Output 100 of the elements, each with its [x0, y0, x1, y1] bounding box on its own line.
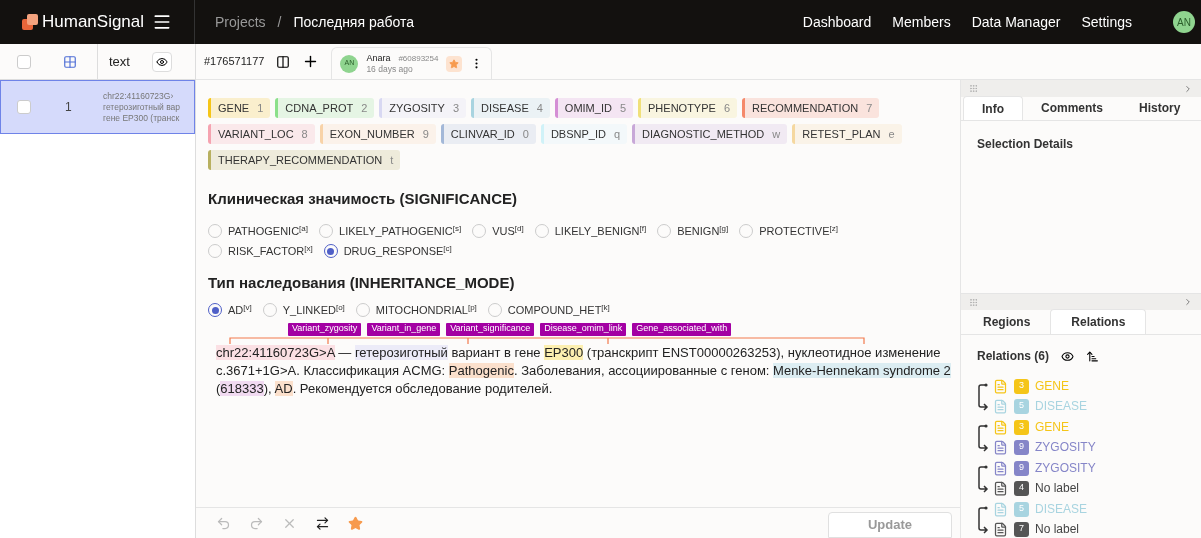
label-chip[interactable]: PHENOTYPE 6 — [638, 98, 737, 118]
region-icon — [993, 521, 1008, 537]
option-label: LIKELY_PATHOGENIC$^{[s]}$ — [339, 222, 462, 239]
breadcrumb-link[interactable]: Projects — [215, 11, 266, 33]
task-row[interactable]: 1 chr22:41160723G› гетерозиготный вар гене EP300 (транск — [0, 80, 195, 134]
row-text: chr22:41160723G› — [103, 90, 175, 102]
brand-name: HumanSignal — [42, 11, 145, 34]
star-button[interactable] — [446, 55, 463, 72]
panel-tab[interactable]: Info — [963, 96, 1023, 120]
label-chip[interactable]: CLINVAR_ID 0 — [440, 124, 536, 144]
panel-tab[interactable]: Regions — [963, 309, 1051, 334]
drag-handle-icon[interactable] — [969, 297, 978, 307]
panel-tab[interactable]: Relations — [1050, 309, 1147, 334]
row-text: гетерозиготный вар — [103, 101, 181, 113]
relation-tag[interactable]: Variant_zygosity — [288, 322, 362, 336]
label-chip[interactable]: THERAPY_RECOMMENDATION t — [208, 150, 401, 170]
relation-tag[interactable]: Variant_in_gene — [367, 322, 441, 336]
section-heading: Клиническая значимость (SIGNIFICANCE) — [208, 189, 518, 209]
region-number: 9 — [1014, 439, 1029, 455]
region-number: 3 — [1014, 419, 1029, 435]
redo-icon[interactable] — [249, 515, 264, 531]
option-label: MITOCHONDRIAL$^{[p]}$ — [375, 302, 477, 318]
sort-icon[interactable] — [1086, 349, 1099, 363]
region-icon — [993, 439, 1008, 455]
region-label: ZYGOSITY — [1035, 439, 1096, 456]
region-icon — [993, 480, 1008, 496]
logo-icon — [22, 14, 38, 30]
region-number: 7 — [1014, 521, 1029, 537]
label-chip[interactable]: GENE 1 — [208, 98, 271, 118]
chevron-icon[interactable] — [1183, 297, 1193, 307]
region-label: ZYGOSITY — [1035, 460, 1096, 477]
region-icon — [993, 460, 1008, 476]
breadcrumb-current: Последняя работа — [293, 12, 415, 32]
relation-tag[interactable]: Disease_omim_link — [540, 322, 627, 336]
annotation-id: #60893254 — [398, 52, 439, 64]
annotator-name: Anara — [366, 52, 391, 64]
column-view-button[interactable] — [151, 51, 172, 72]
nav-link[interactable]: Settings — [1081, 11, 1132, 33]
region-number: 5 — [1014, 501, 1029, 517]
relation-arrow-icon — [977, 381, 989, 411]
label-chip[interactable]: RECOMMENDATION 7 — [742, 98, 880, 118]
region-label: No label — [1035, 480, 1080, 497]
section-heading: Тип наследования (INHERITANCE_MODE) — [208, 272, 516, 293]
select-all-checkbox[interactable] — [17, 54, 31, 69]
option-label: COMPOUND_HET$^{[k]}$ — [507, 302, 610, 318]
eye-icon[interactable] — [1061, 349, 1074, 363]
region-number: 4 — [1014, 480, 1029, 496]
panel-heading: Relations (6) — [977, 348, 1049, 365]
eye-icon — [155, 55, 168, 68]
region-label: DISEASE — [1035, 501, 1088, 518]
relation-tag[interactable]: Variant_significance — [446, 322, 535, 336]
star-icon[interactable] — [348, 515, 363, 531]
nav-link[interactable]: Dashboard — [802, 11, 872, 33]
label-chip[interactable]: DIAGNOSTIC_METHOD w — [632, 124, 788, 144]
option-label: VUS$^{[d]}$ — [492, 222, 524, 239]
relation-arrow-icon — [977, 463, 989, 493]
option-label: DRUG_RESPONSE$^{[c]}$ — [343, 243, 452, 259]
split-view-icon[interactable] — [276, 54, 291, 69]
drag-handle-icon[interactable] — [969, 84, 978, 93]
relation-arrow-icon — [977, 504, 989, 534]
chevron-icon[interactable] — [1183, 83, 1193, 94]
panel-tab[interactable]: History — [1121, 96, 1199, 120]
nav-link[interactable]: Data Manager — [971, 11, 1061, 33]
panel-heading: Selection Details — [976, 136, 1075, 153]
row-checkbox[interactable] — [17, 100, 31, 114]
column-header: text — [109, 52, 130, 71]
option-label: RISK_FACTOR$^{[x]}$ — [228, 243, 313, 259]
relation-arrow-icon — [977, 422, 989, 452]
option-label: AD$^{[v]}$ — [228, 302, 252, 318]
region-number: 9 — [1014, 460, 1029, 476]
region-label: GENE — [1035, 378, 1069, 395]
label-chip[interactable]: ZYGOSITY 3 — [379, 98, 467, 118]
breadcrumb-separator: / — [277, 12, 282, 32]
region-number: 3 — [1014, 378, 1029, 394]
region-number: 5 — [1014, 398, 1029, 414]
task-id: #176571177 — [204, 54, 265, 70]
region-icon — [993, 378, 1008, 394]
label-chip[interactable]: CDNA_PROT 2 — [275, 98, 375, 118]
grid-icon[interactable] — [63, 54, 77, 69]
label-chip[interactable]: OMIM_ID 5 — [554, 98, 634, 118]
label-chip[interactable]: DISEASE 4 — [471, 98, 550, 118]
label-chip[interactable]: VARIANT_LOC 8 — [208, 124, 315, 144]
nav-link[interactable]: Members — [892, 11, 951, 33]
user-avatar[interactable]: AN — [1173, 11, 1195, 33]
label-chip[interactable]: RETEST_PLAN e — [792, 124, 902, 144]
option-label: PROTECTIVE$^{[z]}$ — [759, 222, 838, 239]
option-label: Y_LINKED$^{[o]}$ — [282, 302, 345, 318]
region-icon — [993, 398, 1008, 414]
panel-tab[interactable]: Comments — [1023, 96, 1121, 120]
toggle-icon[interactable] — [315, 515, 330, 531]
undo-icon[interactable] — [216, 515, 231, 531]
option-label: LIKELY_BENIGN$^{[f]}$ — [554, 222, 647, 239]
menu-icon[interactable] — [152, 12, 172, 32]
annotation-time: 16 days ago — [366, 63, 414, 75]
region-icon — [993, 419, 1008, 435]
label-chip[interactable]: EXON_NUMBER 9 — [319, 124, 436, 144]
region-icon — [993, 501, 1008, 517]
relation-tag[interactable]: Gene_associated_with — [632, 322, 732, 336]
label-chip[interactable]: DBSNP_ID q — [540, 124, 628, 144]
region-label: GENE — [1035, 419, 1069, 436]
